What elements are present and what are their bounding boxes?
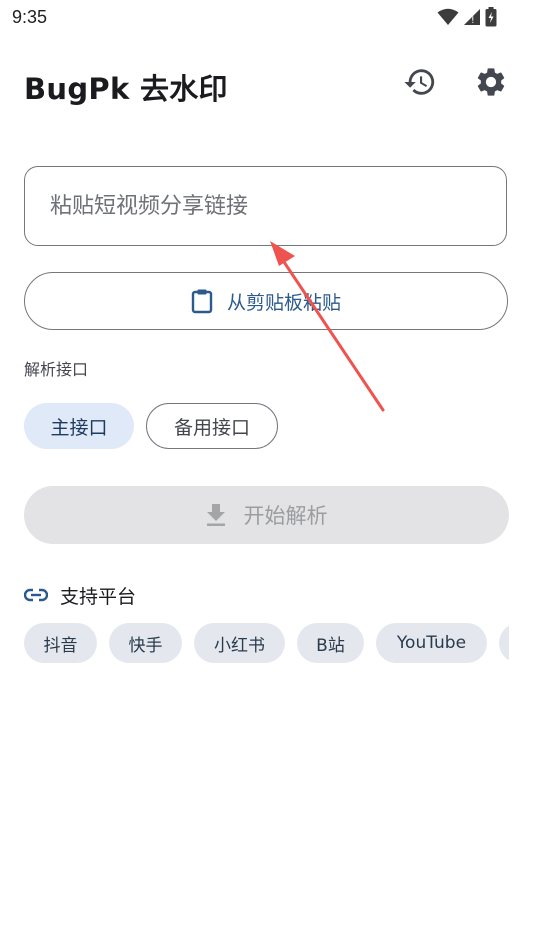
share-link-input[interactable] (48, 192, 506, 220)
platform-chip-label: YouTube (396, 633, 467, 653)
app-screen: 9:35 ! BugPk 去水印 粘贴短视频分享链接 从剪贴板粘贴 解析接口 主… (0, 0, 533, 948)
status-time: 9:35 (12, 7, 48, 27)
download-icon (206, 504, 225, 526)
clipboard-icon (191, 289, 213, 314)
platform-chip-label: 抖音 (43, 635, 78, 656)
platform-chip-more[interactable] (499, 623, 509, 663)
platform-chip-bilibili[interactable]: B站 (297, 623, 364, 663)
api-option-main[interactable]: 主接口 (24, 403, 134, 449)
platform-chip-label: 小红书 (214, 635, 265, 656)
api-option-label: 备用接口 (173, 416, 250, 439)
battery-icon (485, 7, 497, 27)
share-link-field[interactable] (24, 166, 507, 246)
parse-button-label: 开始解析 (243, 504, 328, 528)
app-title: BugPk 去水印 (24, 72, 228, 106)
api-option-label: 主接口 (50, 416, 108, 439)
platform-list: 抖音 快手 小红书 B站 YouTube (24, 623, 509, 663)
status-icons: ! (437, 6, 497, 28)
paste-button-label: 从剪贴板粘贴 (226, 291, 341, 314)
platform-chip-youtube[interactable]: YouTube (376, 623, 487, 663)
platforms-header-label: 支持平台 (60, 585, 137, 608)
settings-button[interactable] (467, 58, 515, 106)
link-icon (24, 588, 48, 602)
svg-text:!: ! (471, 16, 475, 26)
annotation-arrow (270, 241, 385, 412)
history-button[interactable] (396, 58, 444, 106)
platform-chip-kuaishou[interactable]: 快手 (109, 623, 182, 663)
api-option-backup[interactable]: 备用接口 (146, 403, 278, 449)
api-section-label: 解析接口 (24, 360, 89, 379)
platforms-header: 支持平台 (24, 582, 136, 608)
platform-chip-label: 快手 (128, 635, 163, 656)
platform-chip-label: B站 (316, 635, 345, 656)
status-bar: 9:35 ! (0, 0, 533, 36)
platform-chip-xiaohongshu[interactable]: 小红书 (194, 623, 285, 663)
paste-from-clipboard-button[interactable]: 从剪贴板粘贴 (24, 272, 508, 330)
start-parse-button[interactable]: 开始解析 (24, 486, 509, 544)
wifi-icon (437, 8, 459, 25)
signal-icon: ! (464, 9, 480, 26)
platform-chip-douyin[interactable]: 抖音 (24, 623, 97, 663)
gear-icon (477, 68, 505, 96)
history-icon (404, 69, 435, 95)
